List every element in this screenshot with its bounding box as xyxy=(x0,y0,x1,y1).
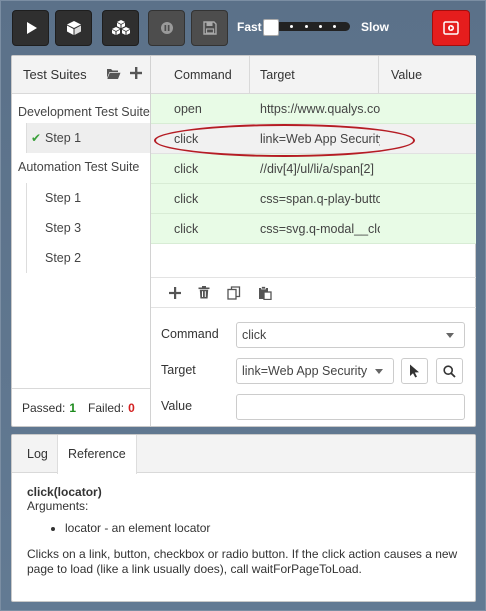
reference-arguments-list: locator - an element locator xyxy=(27,521,460,535)
passed-label: Passed: xyxy=(22,400,66,415)
commands-table-header: Command Target Value xyxy=(151,56,476,94)
suite-automation[interactable]: Automation Test Suite xyxy=(12,157,150,177)
column-header-value[interactable]: Value xyxy=(391,56,422,94)
target-cell: css=svg.q-modal__close xyxy=(260,222,380,236)
suite-step-item[interactable]: Step 2 xyxy=(26,243,150,273)
command-actions xyxy=(151,277,476,307)
target-label: Target xyxy=(161,363,196,377)
target-cell: link=Web App Security xyxy=(260,132,380,146)
tab-log[interactable]: Log xyxy=(17,435,58,473)
command-cell: click xyxy=(174,192,199,206)
find-target-button[interactable] xyxy=(436,358,463,384)
test-suites-panel: Test Suites Development Test Suite ✔ Ste… xyxy=(12,56,151,426)
open-folder-icon[interactable] xyxy=(106,67,121,80)
column-header-target[interactable]: Target xyxy=(260,56,295,94)
target-cell: //div[4]/ul/li/a/span[2] xyxy=(260,162,374,176)
step-label: Step 2 xyxy=(45,251,82,265)
step-label: Step 1 xyxy=(45,191,82,205)
value-input[interactable] xyxy=(236,394,465,420)
cursor-icon xyxy=(409,364,419,378)
step-label: Step 1 xyxy=(45,131,82,145)
command-editor: Command click Target link=Web App Securi… xyxy=(151,307,476,426)
app-window: Fast Slow Test Suites Development Test S… xyxy=(0,0,486,611)
command-row-selected[interactable]: click link=Web App Security xyxy=(151,124,476,154)
command-select[interactable]: click xyxy=(236,322,465,348)
test-suites-header: Test Suites xyxy=(12,56,150,94)
slider-track xyxy=(270,22,350,31)
reference-signature: click(locator) xyxy=(27,485,102,499)
command-cell: click xyxy=(174,132,199,146)
chevron-down-icon xyxy=(446,333,454,338)
column-divider xyxy=(378,56,379,94)
command-row[interactable]: click css=span.q-play-button xyxy=(151,184,476,214)
command-cell: click xyxy=(174,162,199,176)
speed-fast-label: Fast xyxy=(237,20,262,34)
check-icon: ✔ xyxy=(31,131,42,145)
command-cell: open xyxy=(174,102,202,116)
reference-arguments-label: Arguments: xyxy=(27,499,89,513)
reference-argument: locator - an element locator xyxy=(65,521,460,535)
tab-reference[interactable]: Reference xyxy=(57,435,137,474)
save-icon xyxy=(202,21,217,35)
command-row[interactable]: click css=svg.q-modal__close xyxy=(151,214,476,244)
failed-count: 0 xyxy=(128,400,135,415)
test-suites-title: Test Suites xyxy=(23,67,87,82)
search-icon xyxy=(443,364,456,378)
suite-step-item[interactable]: Step 1 xyxy=(26,183,150,213)
record-button[interactable] xyxy=(432,10,470,46)
pause-button[interactable] xyxy=(148,10,185,46)
suite-step-item[interactable]: Step 3 xyxy=(26,213,150,243)
run-suite-button[interactable] xyxy=(55,10,92,46)
passed-count: 1 xyxy=(69,400,77,415)
main-panel: Test Suites Development Test Suite ✔ Ste… xyxy=(11,55,476,427)
failed-label: Failed: xyxy=(88,400,125,415)
add-suite-icon[interactable] xyxy=(130,67,142,79)
cubes-icon xyxy=(111,20,130,35)
pause-icon xyxy=(160,22,173,34)
slider-tick xyxy=(305,25,308,28)
run-all-suites-button[interactable] xyxy=(102,10,139,46)
slider-tick xyxy=(290,25,293,28)
reference-description: Clicks on a link, button, checkbox or ra… xyxy=(27,547,458,576)
target-select-value: link=Web App Security xyxy=(242,364,368,378)
command-row[interactable]: open https://www.qualys.com xyxy=(151,94,476,124)
step-label: Step 3 xyxy=(45,221,82,235)
delete-icon[interactable] xyxy=(198,286,210,299)
bottom-panel: Log Reference click(locator) Arguments: … xyxy=(11,434,476,602)
target-cell: https://www.qualys.com xyxy=(260,102,380,116)
value-label: Value xyxy=(161,399,193,413)
speed-slider[interactable] xyxy=(262,19,350,36)
command-label: Command xyxy=(161,327,219,341)
cube-icon xyxy=(66,21,81,35)
copy-icon[interactable] xyxy=(227,285,241,300)
play-icon xyxy=(26,22,37,34)
column-header-command[interactable]: Command xyxy=(174,56,232,94)
slider-thumb[interactable] xyxy=(263,19,279,36)
suite-development[interactable]: Development Test Suite xyxy=(12,102,150,122)
save-button[interactable] xyxy=(191,10,228,46)
record-icon xyxy=(443,21,459,35)
reference-content: click(locator) Arguments: locator - an e… xyxy=(12,473,475,589)
chevron-down-icon xyxy=(375,369,383,374)
commands-panel: Command Target Value open https://www.qu… xyxy=(151,56,476,426)
bottom-tabs: Log Reference xyxy=(12,435,475,474)
add-command-icon[interactable] xyxy=(169,286,181,299)
command-select-value: click xyxy=(242,328,267,342)
paste-icon[interactable] xyxy=(258,285,272,300)
target-select[interactable]: link=Web App Security xyxy=(236,358,394,384)
target-cell: css=span.q-play-button xyxy=(260,192,380,206)
slider-tick xyxy=(333,25,336,28)
speed-slow-label: Slow xyxy=(361,20,390,34)
toolbar: Fast Slow xyxy=(1,1,486,55)
select-target-button[interactable] xyxy=(401,358,428,384)
column-divider xyxy=(249,56,250,94)
run-all-button[interactable] xyxy=(12,10,49,46)
command-cell: click xyxy=(174,222,199,236)
slider-tick xyxy=(319,25,322,28)
suite-step-item[interactable]: ✔ Step 1 xyxy=(26,123,150,153)
results-summary: Passed: 1 Failed: 0 xyxy=(12,388,150,426)
command-row[interactable]: click //div[4]/ul/li/a/span[2] xyxy=(151,154,476,184)
